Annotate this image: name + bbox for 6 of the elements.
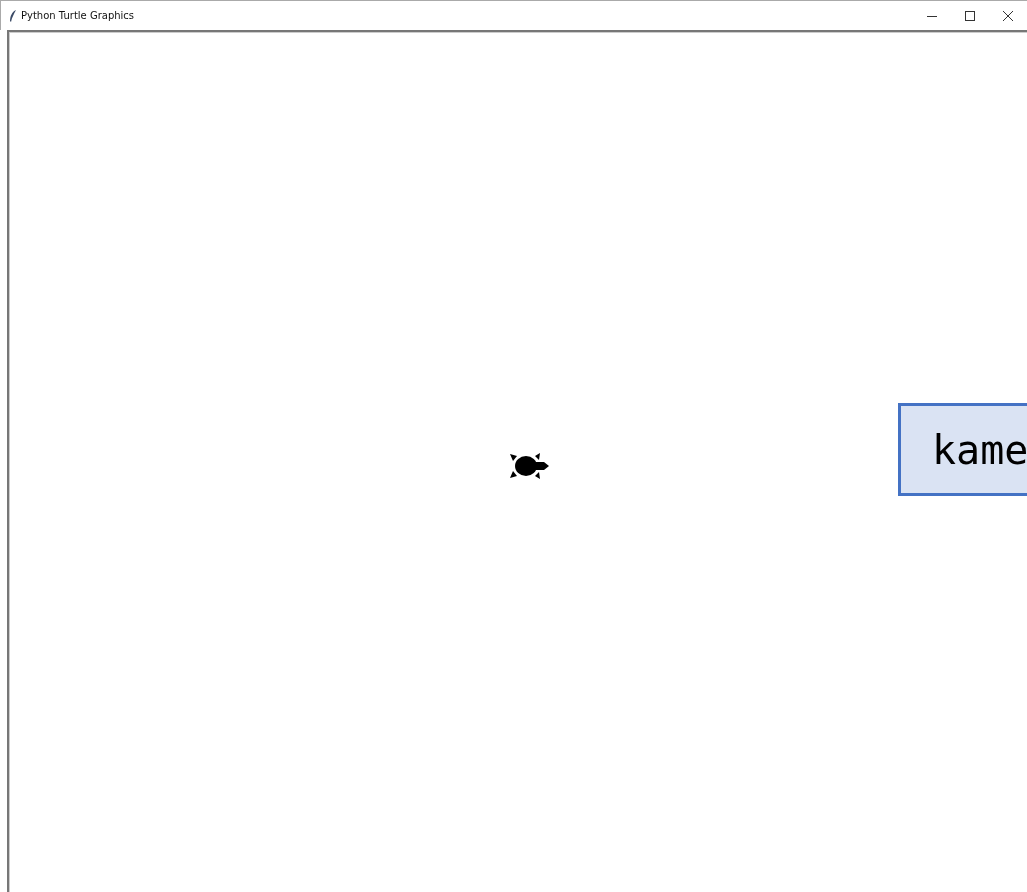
window-title: Python Turtle Graphics — [21, 9, 135, 23]
turtle-icon — [509, 450, 551, 482]
label-text: kame — [932, 429, 1027, 470]
close-icon — [1003, 11, 1013, 21]
feather-icon — [9, 9, 17, 22]
maximize-icon — [965, 11, 975, 21]
